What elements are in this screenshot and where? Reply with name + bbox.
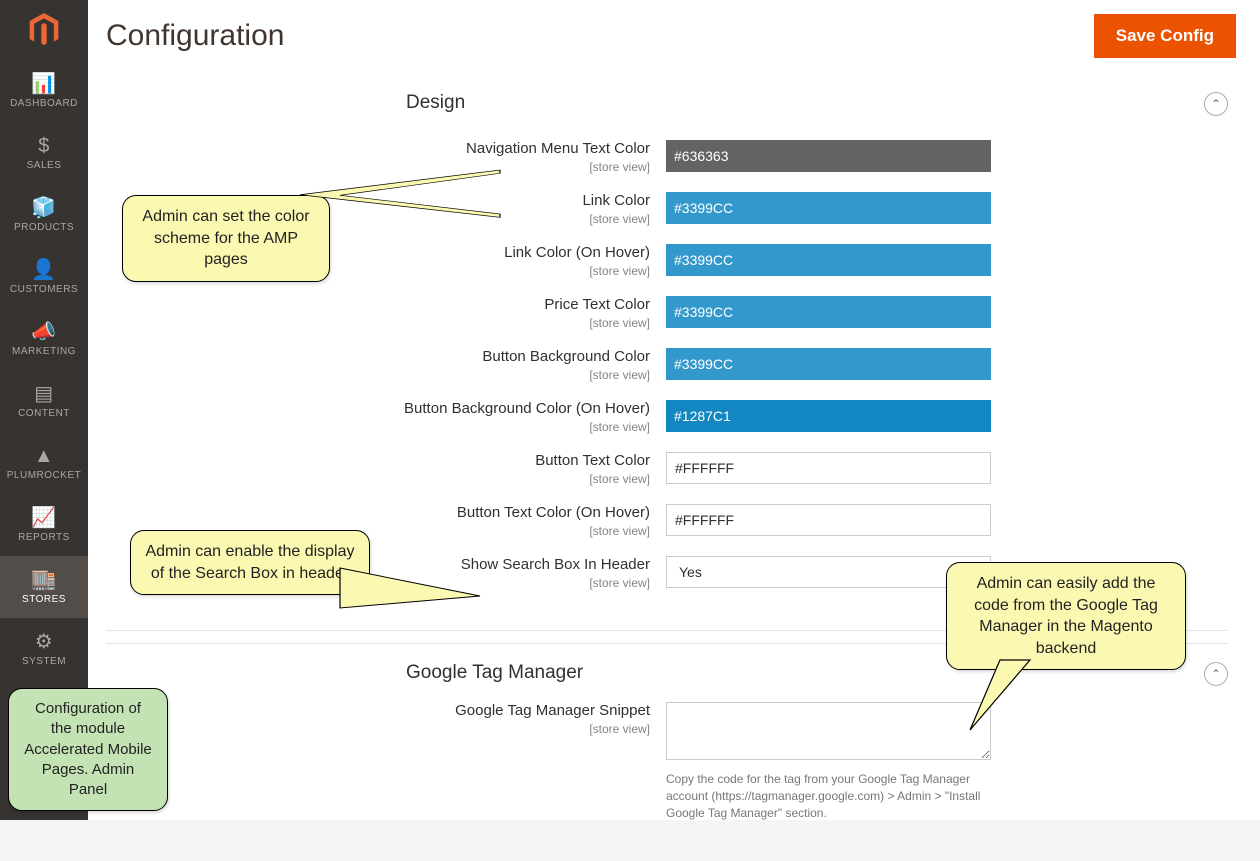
plumrocket-icon: ▲ xyxy=(34,446,54,466)
page-title: Configuration xyxy=(106,19,284,53)
callout-gtm: Admin can easily add the code from the G… xyxy=(946,562,1186,670)
callout-search: Admin can enable the display of the Sear… xyxy=(130,530,370,595)
scope-label: [store view] xyxy=(106,472,650,486)
nav-menu-text-color-input[interactable] xyxy=(666,140,991,172)
sidebar-item-dashboard[interactable]: 📊 DASHBOARD xyxy=(0,60,88,122)
sidebar-item-label: CONTENT xyxy=(18,408,70,419)
show-search-select[interactable]: Yes xyxy=(666,556,991,588)
sidebar-item-customers[interactable]: 👤 CUSTOMERS xyxy=(0,246,88,308)
button-bg-color-hover-input[interactable] xyxy=(666,400,991,432)
marketing-icon: 📣 xyxy=(31,322,56,342)
products-icon: 🧊 xyxy=(31,198,56,218)
link-color-hover-input[interactable] xyxy=(666,244,991,276)
field-gtm-snippet: Google Tag Manager Snippet [store view] C… xyxy=(106,702,1228,821)
gtm-snippet-textarea[interactable] xyxy=(666,702,991,760)
field-label: Button Text Color xyxy=(535,452,650,469)
sidebar-item-plumrocket[interactable]: ▲ PLUMROCKET xyxy=(0,432,88,494)
sidebar-item-products[interactable]: 🧊 PRODUCTS xyxy=(0,184,88,246)
sales-icon: $ xyxy=(38,136,50,156)
dashboard-icon: 📊 xyxy=(31,74,56,94)
collapse-icon[interactable]: ⌃ xyxy=(1204,662,1228,686)
save-config-button[interactable]: Save Config xyxy=(1094,14,1236,58)
customers-icon: 👤 xyxy=(31,260,56,280)
sidebar-item-label: SALES xyxy=(27,160,62,171)
field-label: Price Text Color xyxy=(544,296,650,313)
scope-label: [store view] xyxy=(106,420,650,434)
sidebar-item-label: SYSTEM xyxy=(22,656,66,667)
sidebar-item-label: STORES xyxy=(22,594,66,605)
field-label: Navigation Menu Text Color xyxy=(466,140,650,157)
sidebar-item-sales[interactable]: $ SALES xyxy=(0,122,88,184)
callout-module: Configuration of the module Accelerated … xyxy=(8,688,168,811)
section-title-gtm: Google Tag Manager xyxy=(406,662,583,684)
section-gtm: Google Tag Manager ⌃ Google Tag Manager … xyxy=(106,643,1228,861)
field-label: Show Search Box In Header xyxy=(461,556,650,573)
price-text-color-input[interactable] xyxy=(666,296,991,328)
page-header: Configuration Save Config xyxy=(88,0,1260,86)
field-label: Button Background Color xyxy=(482,348,650,365)
button-text-color-hover-input[interactable] xyxy=(666,504,991,536)
sidebar-item-label: REPORTS xyxy=(18,532,70,543)
sidebar-item-content[interactable]: ▤ CONTENT xyxy=(0,370,88,432)
scope-label: [store view] xyxy=(106,722,650,736)
field-button-bg-color: Button Background Color [store view] xyxy=(106,348,1228,382)
field-nav-menu-text-color: Navigation Menu Text Color [store view] xyxy=(106,140,1228,174)
callout-colors: Admin can set the color scheme for the A… xyxy=(122,195,330,282)
field-price-text-color: Price Text Color [store view] xyxy=(106,296,1228,330)
system-icon: ⚙ xyxy=(35,632,53,652)
scope-label: [store view] xyxy=(106,316,650,330)
sidebar-item-marketing[interactable]: 📣 MARKETING xyxy=(0,308,88,370)
field-label: Button Background Color (On Hover) xyxy=(404,400,650,417)
sidebar-item-reports[interactable]: 📈 REPORTS xyxy=(0,494,88,556)
stores-icon: 🏬 xyxy=(31,570,56,590)
button-text-color-input[interactable] xyxy=(666,452,991,484)
magento-logo xyxy=(0,0,88,60)
main-content: Configuration Save Config Design ⌃ Navig… xyxy=(88,0,1260,820)
content-icon: ▤ xyxy=(34,384,53,404)
scope-label: [store view] xyxy=(106,160,650,174)
reports-icon: 📈 xyxy=(31,508,56,528)
sidebar-item-stores[interactable]: 🏬 STORES xyxy=(0,556,88,618)
sidebar-item-label: CUSTOMERS xyxy=(10,284,78,295)
scope-label: [store view] xyxy=(106,368,650,382)
sidebar-item-label: PLUMROCKET xyxy=(7,470,81,481)
field-button-bg-color-hover: Button Background Color (On Hover) [store… xyxy=(106,400,1228,434)
sidebar-item-label: DASHBOARD xyxy=(10,98,78,109)
field-button-text-color: Button Text Color [store view] xyxy=(106,452,1228,486)
field-label: Google Tag Manager Snippet xyxy=(455,702,650,719)
field-label: Link Color (On Hover) xyxy=(504,244,650,261)
section-title-design: Design xyxy=(406,92,465,114)
sidebar-item-label: MARKETING xyxy=(12,346,76,357)
link-color-input[interactable] xyxy=(666,192,991,224)
field-label: Link Color xyxy=(582,192,650,209)
sidebar-item-system[interactable]: ⚙ SYSTEM xyxy=(0,618,88,680)
gtm-note: Copy the code for the tag from your Goog… xyxy=(666,771,991,821)
collapse-icon[interactable]: ⌃ xyxy=(1204,92,1228,116)
button-bg-color-input[interactable] xyxy=(666,348,991,380)
sidebar-item-label: PRODUCTS xyxy=(14,222,74,233)
field-label: Button Text Color (On Hover) xyxy=(457,504,650,521)
